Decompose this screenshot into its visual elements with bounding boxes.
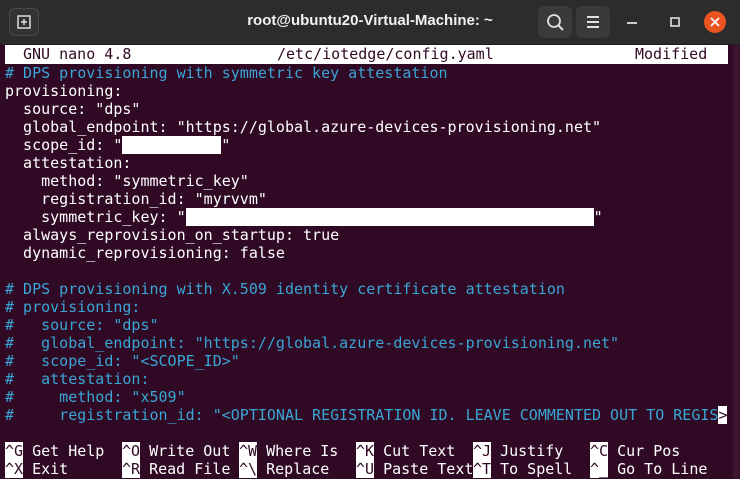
- shortcut-key: ^_: [590, 460, 609, 478]
- shortcut-replace[interactable]: ^\ Replace: [239, 460, 329, 478]
- shortcut-read-file[interactable]: ^R Read File: [122, 460, 230, 478]
- shortcut-go-to-line[interactable]: ^_ Go To Line: [590, 460, 707, 478]
- terminal-area[interactable]: GNU nano 4.8 /etc/iotedge/config.yaml Mo…: [0, 45, 740, 479]
- search-button[interactable]: [538, 6, 572, 38]
- shortcut-label: Exit: [32, 460, 69, 478]
- minimize-button[interactable]: [621, 11, 643, 33]
- terminal-scrollbar[interactable]: [733, 45, 739, 479]
- file-name: /etc/iotedge/config.yaml: [277, 45, 494, 63]
- registration-id-comment: # registration_id: "<OPTIONAL REGISTRATI…: [5, 406, 719, 424]
- code-line: # DPS provisioning with X.509 identity c…: [5, 280, 565, 298]
- shortcut-paste-text[interactable]: ^U Paste Text: [356, 460, 473, 478]
- shortcut-get-help[interactable]: ^G Get Help: [5, 442, 104, 460]
- shortcut-key: ^U: [356, 460, 375, 478]
- shortcut-cur-pos[interactable]: ^C Cur Pos: [590, 442, 680, 460]
- code-line: symmetric_key: " ": [5, 208, 603, 226]
- nano-status-bar: GNU nano 4.8 /etc/iotedge/config.yaml Mo…: [5, 45, 728, 64]
- shortcut-key: ^K: [356, 442, 375, 460]
- code-line: # scope_id: "<SCOPE_ID>": [5, 352, 240, 370]
- quote-close: ": [593, 208, 603, 226]
- hamburger-menu-icon: [587, 16, 599, 28]
- code-line: # method: "x509": [5, 388, 186, 406]
- shortcut-justify[interactable]: ^J Justify: [473, 442, 563, 460]
- shortcut-label: Get Help: [32, 442, 105, 460]
- code-line: # attestation:: [5, 370, 150, 388]
- modified-indicator: Modified: [635, 45, 708, 63]
- nano-version: GNU nano 4.8: [23, 45, 132, 63]
- minimize-icon: [627, 22, 637, 24]
- shortcut-label: Cur Pos: [617, 442, 681, 460]
- redacted-symmetric-key: [185, 208, 594, 226]
- line-overflow-marker: >: [718, 406, 728, 424]
- code-line: # source: "dps": [5, 316, 159, 334]
- shortcut-label: Justify: [500, 442, 564, 460]
- shortcut-where-is[interactable]: ^W Where Is: [239, 442, 338, 460]
- close-button[interactable]: [704, 11, 726, 33]
- redacted-scope-id: [122, 136, 222, 154]
- code-line: method: "symmetric_key": [5, 172, 249, 190]
- shortcut-to-spell[interactable]: ^T To Spell: [473, 460, 572, 478]
- shortcut-key: ^T: [473, 460, 492, 478]
- quote-close: ": [221, 136, 231, 154]
- shortcut-label: Write Out: [149, 442, 231, 460]
- shortcut-key: ^O: [122, 442, 141, 460]
- shortcut-label: Go To Line: [617, 460, 708, 478]
- close-icon: [710, 17, 720, 27]
- code-line: always_reprovision_on_startup: true: [5, 226, 340, 244]
- code-line: attestation:: [5, 154, 132, 172]
- shortcut-key: ^G: [5, 442, 24, 460]
- shortcut-cut-text[interactable]: ^K Cut Text: [356, 442, 455, 460]
- scope-id-key: scope_id: ": [5, 136, 123, 154]
- symmetric-key-key: symmetric_key: ": [5, 208, 186, 226]
- code-line: global_endpoint: "https://global.azure-d…: [5, 118, 602, 136]
- code-line: # DPS provisioning with symmetric key at…: [5, 64, 448, 82]
- shortcut-write-out[interactable]: ^O Write Out: [122, 442, 230, 460]
- code-line: source: "dps": [5, 100, 141, 118]
- shortcut-key: ^C: [590, 442, 609, 460]
- maximize-icon: [670, 17, 680, 27]
- code-line: dynamic_reprovisioning: false: [5, 244, 285, 262]
- shortcut-key: ^\: [239, 460, 258, 478]
- shortcut-label: To Spell: [500, 460, 573, 478]
- code-line: # provisioning:: [5, 298, 141, 316]
- search-icon: [547, 14, 564, 31]
- shortcut-label: Where Is: [266, 442, 339, 460]
- code-line: provisioning:: [5, 82, 123, 100]
- shortcut-key: ^W: [239, 442, 258, 460]
- shortcut-label: Paste Text: [383, 460, 474, 478]
- shortcut-exit[interactable]: ^X Exit: [5, 460, 68, 478]
- code-line: # global_endpoint: "https://global.azure…: [5, 334, 620, 352]
- code-line: registration_id: "myrvvm": [5, 190, 267, 208]
- title-bar: root@ubuntu20-Virtual-Machine: ~: [0, 0, 740, 45]
- shortcut-key: ^R: [122, 460, 141, 478]
- shortcut-key: ^J: [473, 442, 492, 460]
- shortcut-key: ^X: [5, 460, 24, 478]
- shortcut-label: Cut Text: [383, 442, 456, 460]
- code-line: scope_id: " ": [5, 136, 230, 154]
- shortcut-label: Read File: [149, 460, 231, 478]
- maximize-button[interactable]: [664, 11, 686, 33]
- shortcut-label: Replace: [266, 460, 330, 478]
- menu-button[interactable]: [576, 6, 610, 38]
- code-line: # registration_id: "<OPTIONAL REGISTRATI…: [5, 406, 728, 424]
